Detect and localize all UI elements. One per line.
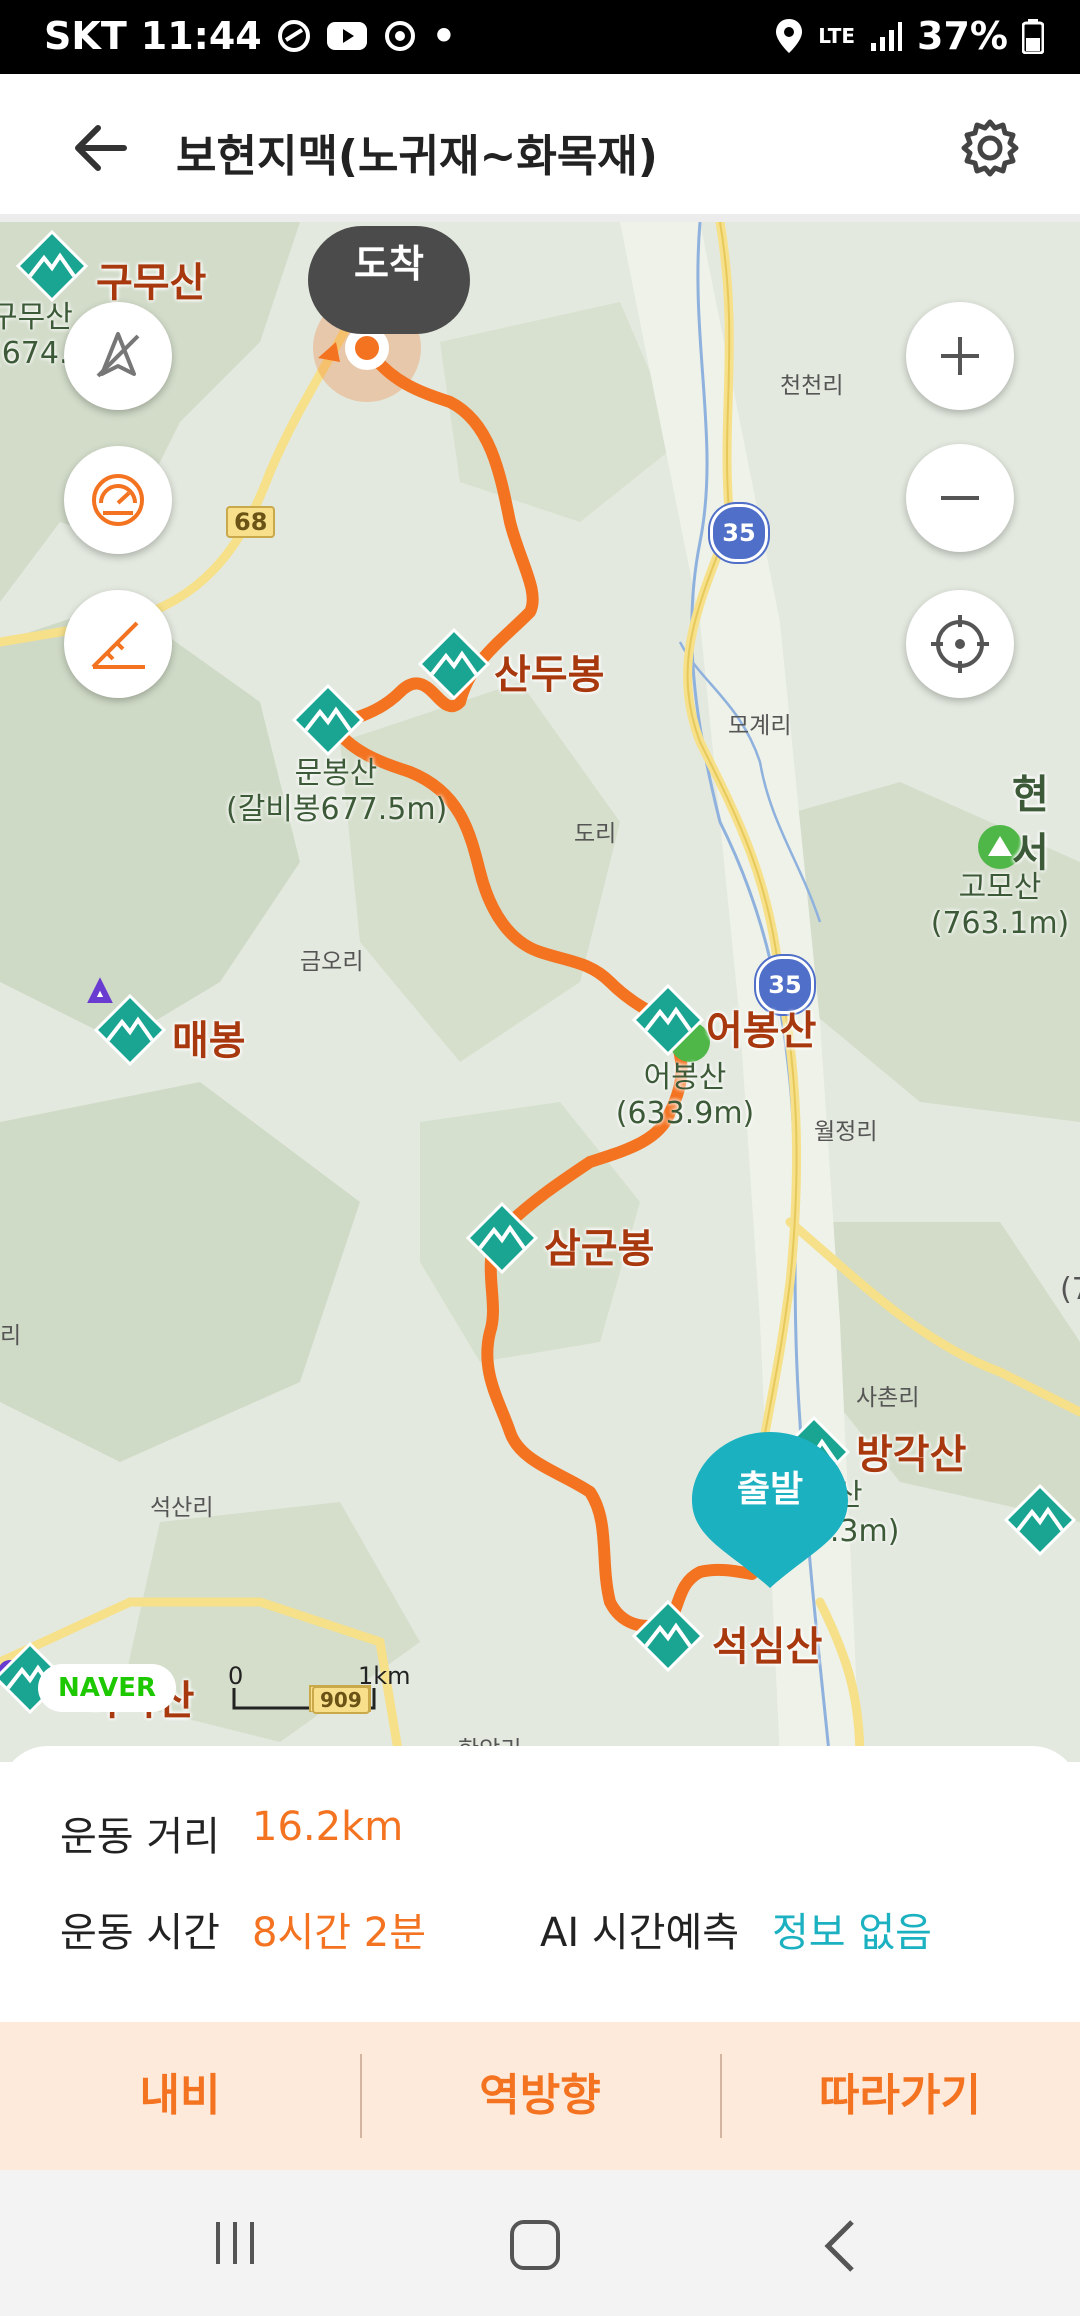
- signal-icon: [871, 22, 903, 51]
- network-type-text: LTE: [818, 24, 856, 48]
- sync-icon: [384, 21, 415, 51]
- notification-dot: •: [431, 14, 457, 58]
- gear-icon[interactable]: [958, 116, 1022, 180]
- place-label: 천천리: [780, 373, 844, 399]
- mountain-peak-icon[interactable]: [466, 1202, 538, 1274]
- start-label: 출발: [736, 1469, 804, 1510]
- road-number: 68: [226, 506, 276, 538]
- peak-label: 산두봉: [494, 652, 605, 698]
- crosshair-icon: [931, 615, 989, 673]
- home-icon[interactable]: [508, 2218, 564, 2274]
- mountain-peak-icon[interactable]: [292, 684, 364, 756]
- route-info-panel: 운동 거리 16.2km 운동 시간 8시간 2분 AI 시간예측 정보 없음: [0, 1746, 1080, 2026]
- map-view[interactable]: 도착 천천리 모계리 도리 금오리 월정리 사촌리 석산리 한악리 리 (7 3…: [0, 222, 1080, 1762]
- mountain-peak-icon[interactable]: [632, 984, 704, 1056]
- minus-icon: [941, 496, 979, 500]
- system-nav-bar: [0, 2170, 1080, 2316]
- place-label: (7: [1060, 1272, 1080, 1307]
- elevation-slope-icon: [91, 621, 145, 669]
- battery-text: 37%: [917, 14, 1008, 58]
- road-number: 909: [312, 1686, 370, 1714]
- mountain-peak-icon[interactable]: [632, 1600, 704, 1672]
- place-label: 금오리: [300, 949, 364, 975]
- distance-label: 운동 거리: [60, 1814, 220, 1860]
- carrier-text: SKT: [44, 14, 127, 58]
- location-icon: [776, 19, 803, 53]
- running-app-icon: [277, 20, 310, 52]
- map-terrain: [0, 222, 1080, 1762]
- reverse-button[interactable]: 역방향: [360, 2022, 720, 2170]
- speedometer-icon: [92, 474, 144, 526]
- peak-label: 현서: [1012, 772, 1049, 876]
- peak-label: 매봉: [172, 1018, 246, 1064]
- place-label: 도리: [574, 821, 617, 847]
- pace-button[interactable]: [64, 446, 172, 554]
- mountain-peak-icon[interactable]: [94, 994, 166, 1066]
- mountain-peak-icon[interactable]: [1004, 1484, 1076, 1556]
- rotation-toggle-button[interactable]: [64, 302, 172, 410]
- zoom-out-button[interactable]: [906, 444, 1014, 552]
- my-location-button[interactable]: [906, 590, 1014, 698]
- mountain-peak-icon[interactable]: [16, 230, 88, 302]
- duration-label: 운동 시간: [60, 1910, 220, 1956]
- peak-sublabel: 문봉산 (갈비봉677.5m): [226, 756, 448, 827]
- battery-icon: [1022, 19, 1044, 54]
- place-label: 석산리: [150, 1495, 214, 1521]
- place-label: 사촌리: [856, 1385, 920, 1411]
- scale-zero-label: 0: [228, 1662, 244, 1690]
- naver-logo: NAVER: [38, 1664, 176, 1712]
- place-label: 리: [0, 1323, 22, 1349]
- plus-icon: [941, 337, 979, 375]
- ai-time-value: 정보 없음: [772, 1910, 932, 1956]
- ai-time-label: AI 시간예측: [540, 1910, 740, 1956]
- youtube-icon: [326, 22, 367, 50]
- peak-label: 구무산: [96, 260, 207, 306]
- road-shield: 35: [710, 504, 768, 562]
- back-arrow-icon[interactable]: [70, 118, 130, 178]
- status-bar: SKT 11:44 • LTE 37%: [0, 0, 1080, 74]
- compass-off-icon: [96, 332, 140, 378]
- mountain-peak-icon[interactable]: [418, 628, 490, 700]
- navi-button[interactable]: 내비: [0, 2022, 360, 2170]
- peak-label: 어봉산: [706, 1008, 817, 1054]
- clock-text: 11:44: [140, 14, 262, 58]
- duration-value: 8시간 2분: [252, 1910, 427, 1956]
- peak-label: 삼군봉: [544, 1226, 655, 1272]
- place-label: 월정리: [814, 1119, 878, 1145]
- page-title: 보현지맥(노귀재~화목재): [176, 131, 658, 182]
- follow-button[interactable]: 따라가기: [720, 2022, 1080, 2170]
- back-nav-icon[interactable]: [818, 2218, 868, 2274]
- elevation-button[interactable]: [64, 590, 172, 698]
- arrival-marker[interactable]: 도착: [308, 226, 470, 334]
- peak-sublabel: 어봉산 (633.9m): [615, 1060, 755, 1131]
- place-label: 모계리: [728, 713, 792, 739]
- distance-value: 16.2km: [252, 1804, 404, 1850]
- action-bar: 내비 역방향 따라가기: [0, 2022, 1080, 2170]
- recent-apps-icon[interactable]: [210, 2218, 260, 2268]
- peak-label: 방각산: [856, 1432, 967, 1478]
- peak-label: 석심산: [712, 1624, 823, 1670]
- app-bar: 보현지맥(노귀재~화목재): [0, 74, 1080, 222]
- peak-sublabel: 고모산 (763.1m): [930, 870, 1070, 941]
- start-marker[interactable]: 출발: [690, 1430, 850, 1590]
- zoom-in-button[interactable]: [906, 302, 1014, 410]
